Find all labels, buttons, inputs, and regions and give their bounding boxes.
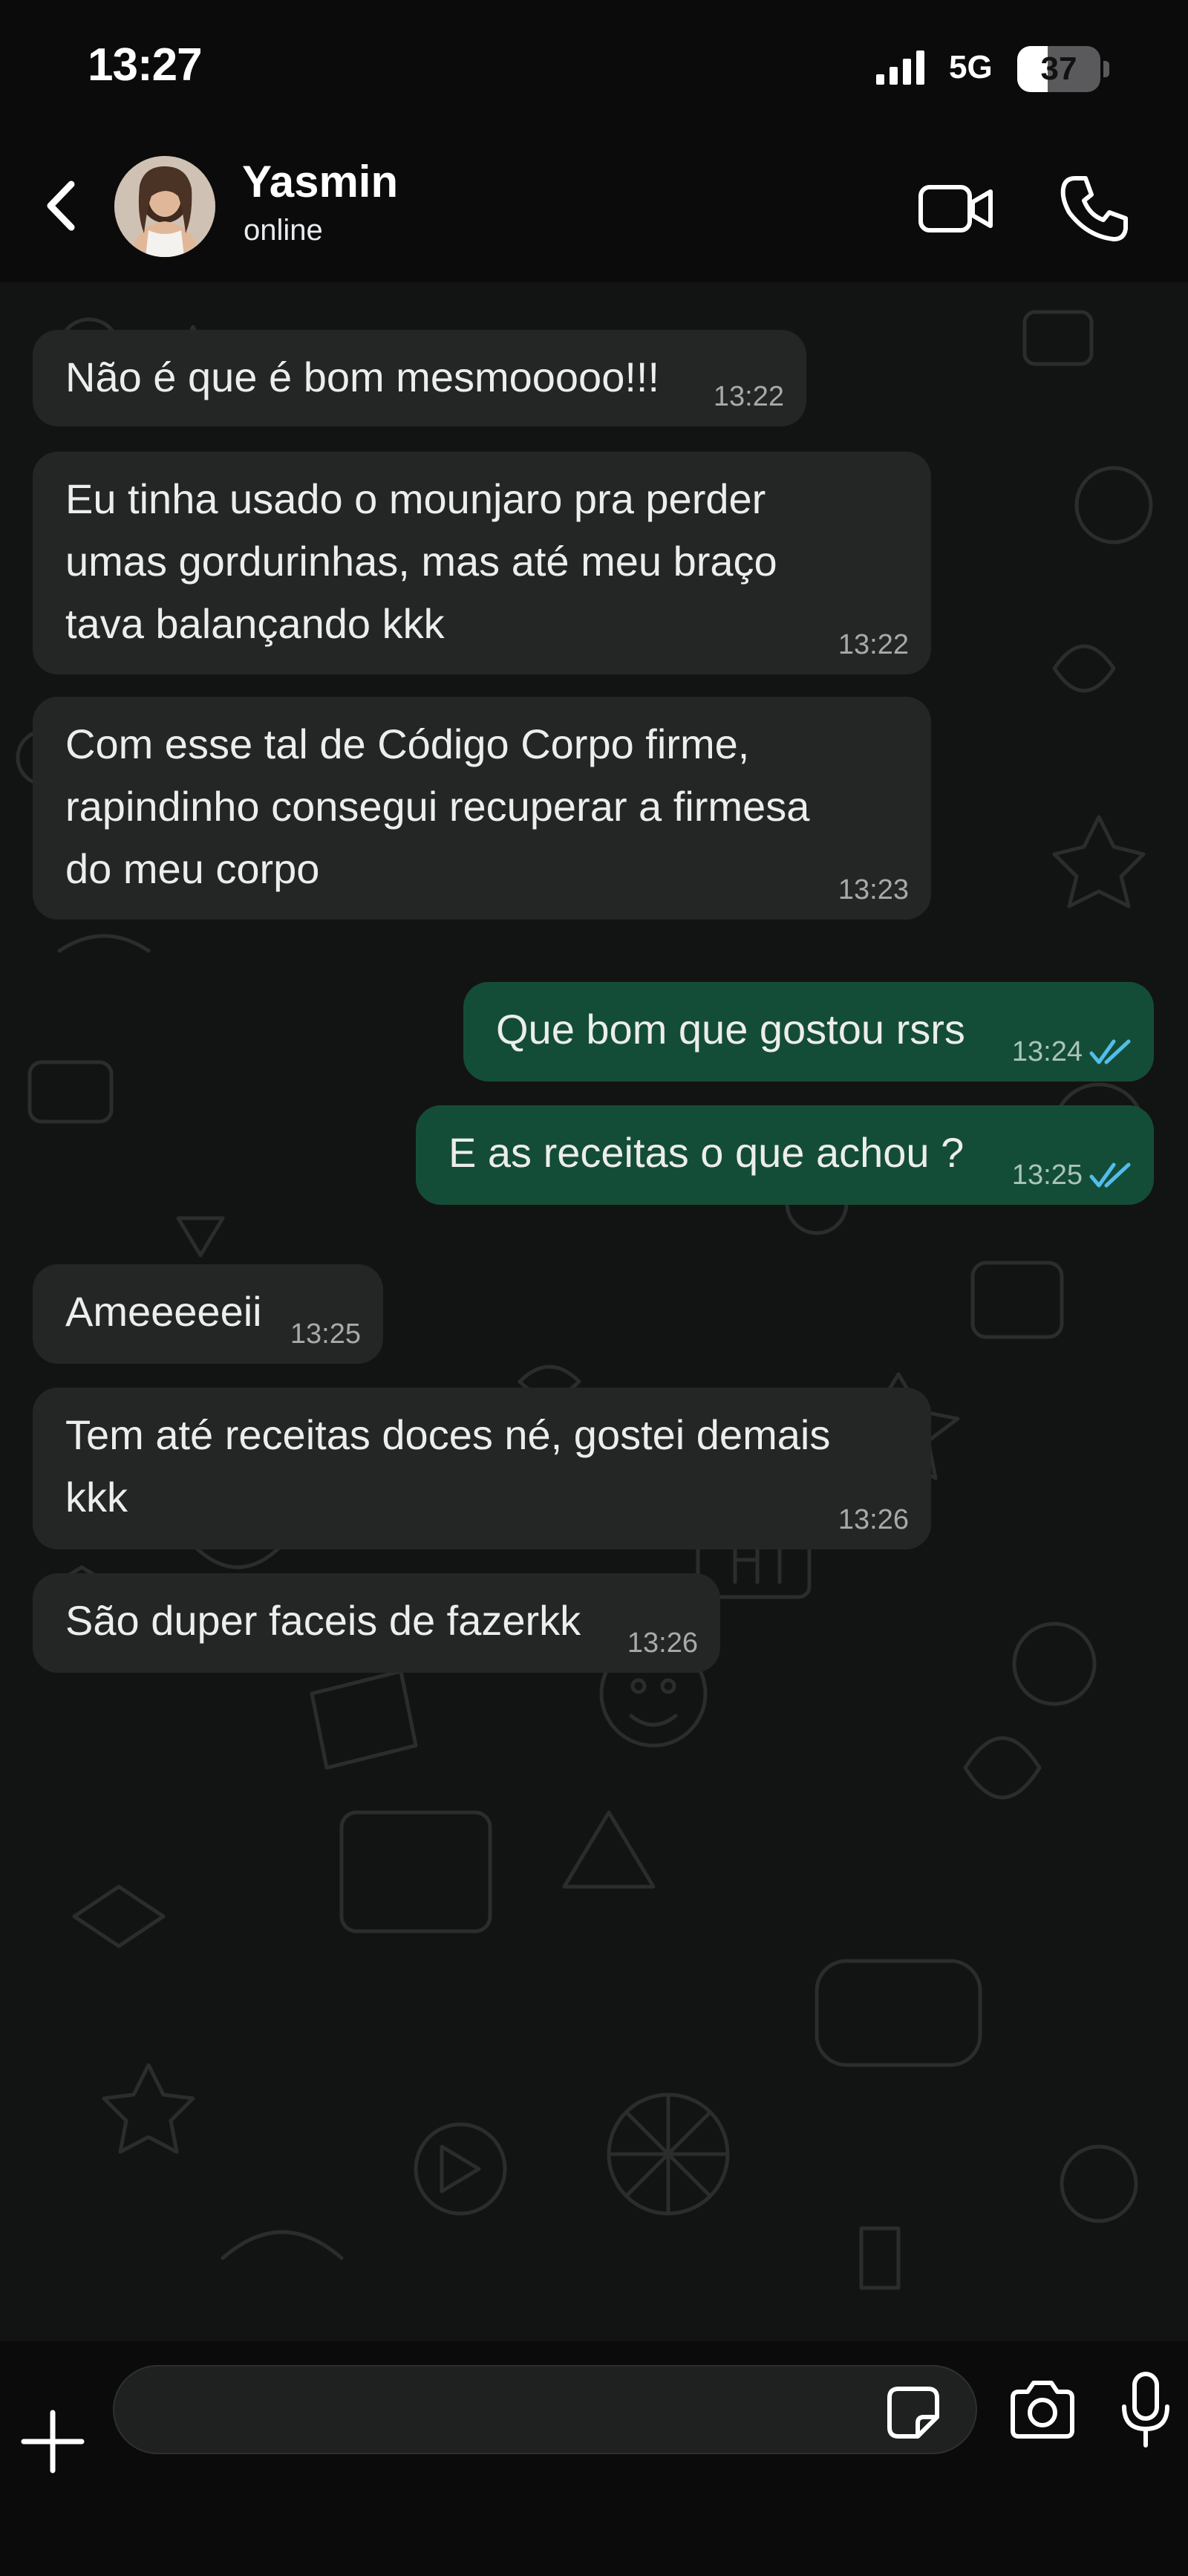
message-time-wrap: 13:23: [838, 874, 909, 906]
battery-level: 37: [1040, 51, 1077, 87]
message-time: 13:23: [838, 874, 909, 905]
microphone-icon[interactable]: [1117, 2370, 1175, 2450]
contact-status: online: [244, 214, 323, 247]
message-time: 13:22: [713, 381, 784, 412]
sticker-icon[interactable]: [882, 2381, 944, 2444]
battery-icon: 37: [1017, 46, 1109, 92]
message-time: 13:22: [838, 629, 909, 660]
message-time: 13:25: [1011, 1159, 1083, 1191]
message-text: São duper faceis de fazerkk: [65, 1597, 581, 1644]
plus-icon[interactable]: [19, 2408, 86, 2475]
message-time: 13:26: [627, 1627, 698, 1659]
message-incoming[interactable]: São duper faceis de fazerkk 13:26: [33, 1573, 720, 1673]
message-text: Não é que é bom mesmooooo!!!: [65, 354, 660, 400]
avatar-portrait: [114, 156, 215, 257]
message-time-wrap: 13:25: [1012, 1159, 1135, 1191]
message-incoming[interactable]: Com esse tal de Código Corpo firme, rapi…: [33, 697, 931, 920]
message-incoming[interactable]: Ameeeeeii 13:25: [33, 1264, 383, 1364]
message-time-wrap: 13:26: [627, 1627, 698, 1659]
camera-icon[interactable]: [1007, 2377, 1078, 2442]
message-outgoing[interactable]: E as receitas o que achou ? 13:25: [416, 1105, 1154, 1205]
phone-icon[interactable]: [1057, 171, 1132, 245]
message-time: 13:24: [1011, 1036, 1083, 1067]
contact-name[interactable]: Yasmin: [242, 156, 398, 207]
message-time-wrap: 13:22: [714, 380, 784, 413]
composer-bar: [0, 2341, 1188, 2576]
network-type-label: 5G: [949, 49, 993, 85]
chat-screen: 13:27 5G 37 Yasmin online Não é que é bo…: [0, 0, 1188, 2576]
message-time-wrap: 13:24: [1012, 1035, 1135, 1068]
message-time: 13:25: [290, 1318, 361, 1350]
message-input[interactable]: [113, 2365, 977, 2454]
message-outgoing[interactable]: Que bom que gostou rsrs 13:24: [463, 982, 1154, 1082]
message-incoming[interactable]: Eu tinha usado o mounjaro pra perder uma…: [33, 452, 931, 674]
status-bar: 13:27 5G 37: [0, 0, 1188, 134]
double-check-icon: [1089, 1162, 1131, 1188]
message-time-wrap: 13:25: [290, 1318, 361, 1350]
cellular-signal-icon: [876, 51, 924, 85]
status-time: 13:27: [88, 39, 203, 91]
video-camera-icon[interactable]: [918, 175, 995, 242]
message-time-wrap: 13:26: [838, 1503, 909, 1536]
message-incoming[interactable]: Não é que é bom mesmooooo!!! 13:22: [33, 330, 806, 426]
message-text: Com esse tal de Código Corpo firme, rapi…: [65, 721, 810, 892]
double-check-icon: [1089, 1039, 1131, 1064]
message-time: 13:26: [838, 1504, 909, 1535]
chat-header: Yasmin online: [0, 134, 1188, 282]
message-time-wrap: 13:22: [838, 628, 909, 661]
message-text: Eu tinha usado o mounjaro pra perder uma…: [65, 475, 777, 647]
contact-avatar[interactable]: [114, 156, 215, 257]
back-chevron-icon[interactable]: [36, 172, 88, 239]
message-incoming[interactable]: Tem até receitas doces né, gostei demais…: [33, 1388, 931, 1549]
message-text: Tem até receitas doces né, gostei demais…: [65, 1411, 831, 1520]
message-list[interactable]: Não é que é bom mesmooooo!!! 13:22 Eu ti…: [0, 282, 1188, 2341]
